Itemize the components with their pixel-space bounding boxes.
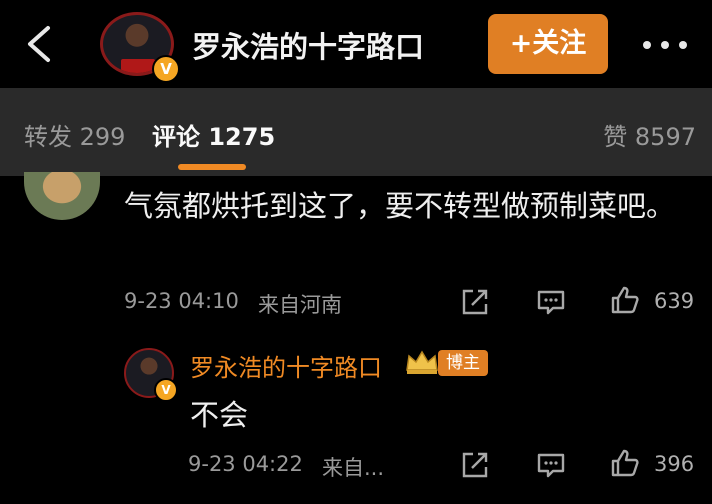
reply-author-name[interactable]: 罗永浩的十字路口 bbox=[190, 348, 382, 383]
more-icon[interactable] bbox=[642, 40, 688, 50]
like-count: 396 bbox=[654, 452, 695, 476]
reply-location: 来自... bbox=[322, 456, 385, 480]
tab-repost[interactable]: 转发 299 bbox=[24, 117, 125, 152]
share-icon[interactable] bbox=[460, 450, 490, 480]
comment-text: 气氛都烘托到这了，要不转型做预制菜吧。 bbox=[124, 189, 676, 223]
share-icon[interactable] bbox=[460, 287, 490, 317]
reply-icon[interactable] bbox=[536, 287, 566, 317]
comment-time: 9-23 04:10 bbox=[124, 289, 239, 313]
reply-time: 9-23 04:22 bbox=[188, 452, 303, 476]
account-title[interactable]: 罗永浩的十字路口 bbox=[192, 24, 424, 66]
like-icon[interactable] bbox=[610, 448, 640, 478]
like-icon[interactable] bbox=[610, 285, 640, 315]
commenter-avatar[interactable] bbox=[24, 172, 100, 220]
active-tab-indicator bbox=[178, 164, 246, 170]
verified-icon: V bbox=[154, 378, 178, 402]
reply-text: 不会 bbox=[190, 398, 249, 432]
tab-likes[interactable]: 赞 8597 bbox=[603, 117, 696, 152]
crown-icon bbox=[406, 350, 438, 374]
avatar-badge-decoration bbox=[121, 59, 155, 73]
like-count: 639 bbox=[654, 289, 695, 313]
follow-button[interactable]: +关注 bbox=[488, 14, 608, 74]
reply-icon[interactable] bbox=[536, 450, 566, 480]
back-icon[interactable] bbox=[22, 24, 58, 64]
verified-icon: V bbox=[152, 55, 180, 83]
comment-location: 来自河南 bbox=[258, 293, 342, 317]
tab-comments[interactable]: 评论 1275 bbox=[152, 117, 275, 152]
author-badge: 博主 bbox=[438, 350, 488, 376]
